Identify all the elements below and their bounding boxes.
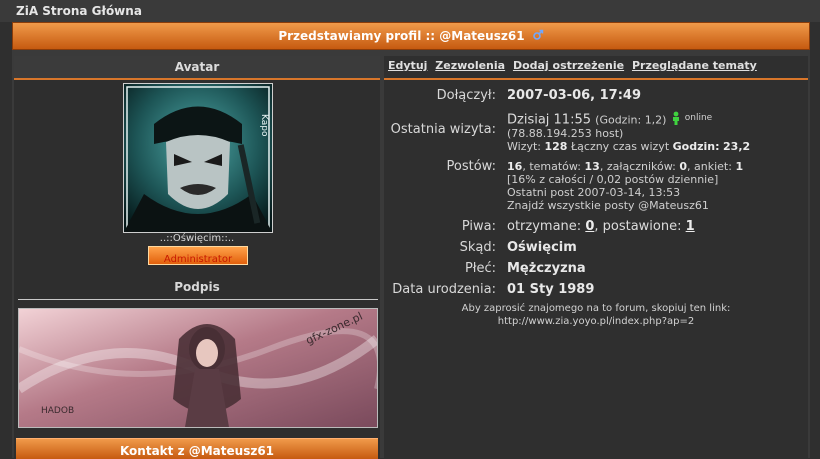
last-post: Ostatni post 2007-03-14, 13:53: [507, 186, 681, 199]
viewed-topics-link[interactable]: Przeglądane tematy: [632, 59, 757, 72]
posts-row: 16, tematów: 13, załączników: 0, ankiet:…: [507, 160, 744, 173]
gender-value: Mężczyzna: [507, 261, 586, 276]
contact-heading: Kontakt z @Mateusz61: [16, 438, 378, 459]
add-warning-link[interactable]: Dodaj ostrzeżenie: [513, 59, 624, 72]
gender-label: Płeć:: [464, 261, 496, 276]
online-status: online: [684, 112, 713, 123]
top-bar: ZiA Strona Główna: [0, 0, 820, 22]
signature-image: gfx-zone.pl HADOB: [16, 308, 384, 428]
last-visit-hours: (Godzin: 1,2): [595, 113, 667, 127]
topics-label: tematów:: [529, 160, 581, 173]
from-value: Oświęcim: [507, 240, 577, 255]
invite-link[interactable]: http://www.zia.yoyo.pl/index.php?ap=2: [384, 315, 808, 328]
beer-given-link[interactable]: 1: [686, 219, 695, 234]
avatar-text: Kapo: [259, 114, 269, 137]
contact-heading-text: Kontakt z @Mateusz61: [119, 444, 275, 458]
male-gender-icon: [532, 26, 544, 45]
site-home-link[interactable]: ZiA Strona Główna: [16, 4, 142, 18]
invite-block: Aby zaprosić znajomego na to forum, skop…: [384, 302, 808, 328]
beer-received-label: otrzymane:: [507, 219, 582, 234]
user-location: ..::Oświęcim::..: [159, 233, 235, 244]
joined-label: Dołączył:: [436, 88, 496, 103]
beer-received-link[interactable]: 0: [585, 219, 594, 234]
edit-link[interactable]: Edytuj: [388, 59, 427, 72]
last-visit-label: Ostatnia wizyta:: [390, 122, 496, 137]
posts-label: Postów:: [446, 159, 496, 174]
profile-title-bar: Przedstawiamy profil :: @Mateusz61: [12, 22, 810, 50]
last-visit-host: (78.88.194.253 host): [507, 127, 624, 140]
online-icon: [671, 111, 681, 129]
total-time-label: Łączny czas wizyt: [570, 140, 670, 153]
visits-label: Wizyt:: [507, 140, 541, 153]
signature-heading: Podpis: [174, 280, 220, 294]
hours-label: Godzin:: [672, 140, 720, 153]
rank-text: Administrator: [163, 254, 233, 265]
last-visit-value: Dzisiaj 11:55: [507, 112, 592, 128]
profile-action-links: Edytuj Zezwolenia Dodaj ostrzeżenie Prze…: [388, 59, 761, 72]
avatar-heading-text: Avatar: [174, 60, 220, 74]
permissions-link[interactable]: Zezwolenia: [435, 59, 505, 72]
beer-label: Piwa:: [461, 219, 496, 234]
hours-value: 23,2: [723, 140, 751, 153]
beer-given-label: postawione:: [602, 219, 682, 234]
signature-corner-text: HADOB: [41, 406, 74, 416]
birth-value: 01 Sty 1989: [507, 282, 595, 297]
rank-badge: Administrator: [148, 246, 248, 265]
polls-label: ankiet:: [694, 160, 732, 173]
page-title: Przedstawiamy profil :: @Mateusz61: [278, 29, 525, 43]
beer-row: otrzymane: 0, postawione: 1: [507, 219, 695, 234]
visits-row: Wizyt: 128 Łączny czas wizyt Godzin: 23,…: [507, 140, 750, 153]
invite-text: Aby zaprosić znajomego na to forum, skop…: [461, 303, 731, 314]
from-label: Skąd:: [459, 240, 496, 255]
find-posts-link[interactable]: Znajdź wszystkie posty @Mateusz61: [507, 199, 709, 212]
joined-value: 2007-03-06, 17:49: [507, 88, 641, 103]
topics-value: 13: [584, 160, 600, 173]
attachments-label: załączników:: [606, 160, 676, 173]
birth-label: Data urodzenia:: [392, 282, 496, 297]
attachments-value: 0: [679, 160, 688, 173]
posts-percent: [16% z całości / 0,02 postów dziennie]: [507, 173, 719, 186]
avatar: Kapo: [123, 83, 273, 233]
signature-divider: [18, 299, 378, 300]
posts-value: 16: [507, 160, 523, 173]
polls-value: 1: [735, 160, 744, 173]
avatar-heading: Avatar: [14, 56, 380, 80]
visits-value: 128: [544, 140, 568, 153]
